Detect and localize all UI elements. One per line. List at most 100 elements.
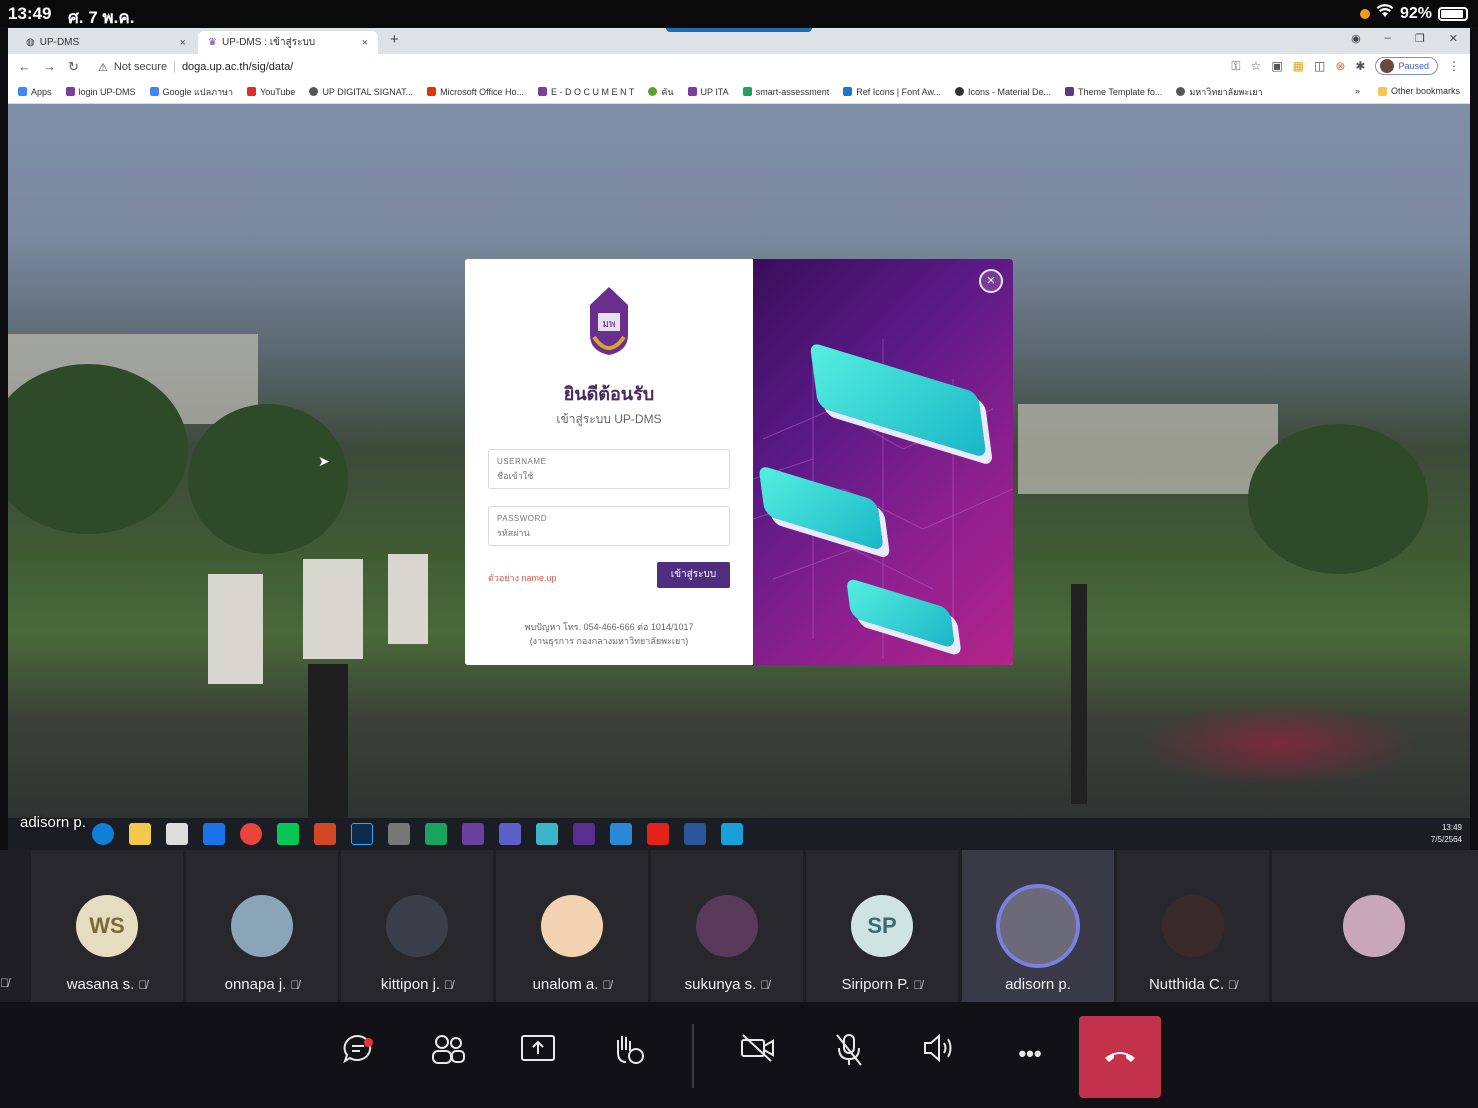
pocket-icon[interactable]: ◫ — [1314, 59, 1325, 73]
participant-tile-active[interactable]: adisorn p. — [962, 850, 1114, 1002]
bookmark-theme-template[interactable]: Theme Template fo... — [1064, 86, 1163, 97]
mic-off-icon: 🎙̸ — [913, 978, 923, 992]
participant-tile[interactable]: onnapa j. 🎙̸ — [186, 850, 338, 1002]
close-modal-button[interactable]: × — [979, 269, 1003, 293]
people-icon — [432, 1035, 465, 1064]
other-bookmarks[interactable]: Other bookmarks — [1377, 86, 1460, 96]
mic-button[interactable] — [827, 1032, 871, 1076]
username-input[interactable] — [497, 471, 721, 481]
password-field[interactable]: PASSWORD — [488, 506, 730, 546]
puzzle-icon[interactable]: ✱ — [1355, 59, 1365, 73]
speaker-button[interactable] — [917, 1032, 961, 1076]
username-hint: ตัวอย่าง name.up — [488, 573, 557, 583]
forward-icon[interactable]: → — [43, 59, 56, 75]
menu-kebab-icon[interactable]: ⋮ — [1448, 59, 1460, 73]
chat-button[interactable] — [336, 1032, 380, 1076]
green-app-icon[interactable] — [425, 823, 447, 845]
close-tab-icon[interactable]: × — [362, 37, 368, 49]
store-icon[interactable] — [166, 823, 188, 845]
participant-tile[interactable]: unalom a. 🎙̸ — [496, 850, 648, 1002]
username-label: USERNAME — [497, 457, 547, 466]
mic-off-icon: 🎙̸ — [444, 978, 454, 992]
new-tab-button[interactable]: + — [390, 31, 399, 48]
photos-icon[interactable] — [610, 823, 632, 845]
mic-indicator-icon — [1359, 8, 1370, 19]
notes-icon[interactable] — [536, 823, 558, 845]
restore-icon[interactable]: ❐ — [1415, 32, 1425, 45]
profile-button[interactable]: Paused — [1375, 57, 1438, 75]
mic-off-icon — [836, 1034, 862, 1066]
bookmark-university[interactable]: มหาวิทยาลัยพะเยา — [1176, 85, 1263, 99]
edge-icon[interactable] — [92, 823, 114, 845]
tab-search-icon[interactable]: ◉ — [1351, 32, 1361, 45]
participant-name-text: adisorn p. — [1005, 976, 1071, 993]
bookmark-leaf[interactable]: คัน — [648, 85, 674, 99]
bookmark-ref-icons[interactable]: Ref Icons | Font Aw... — [843, 87, 941, 97]
extension-x-icon[interactable]: ⊗ — [1335, 59, 1345, 73]
omnibox[interactable]: ⚠ Not secure | doga.up.ac.th/sig/data/ — [98, 58, 293, 76]
bookmark-login-updms[interactable]: login UP-DMS — [65, 87, 136, 97]
bookmark-up-digital[interactable]: UP DIGITAL SIGNAT... — [309, 87, 413, 97]
hang-up-button[interactable] — [1079, 1016, 1161, 1098]
vs-code-icon[interactable] — [573, 823, 595, 845]
bookmark-material-icons[interactable]: Icons - Material De... — [954, 87, 1051, 97]
s-app-icon[interactable] — [721, 823, 743, 845]
back-icon[interactable]: ← — [18, 59, 31, 75]
password-label: PASSWORD — [497, 514, 548, 523]
minimize-icon[interactable]: – — [1385, 32, 1391, 45]
url-text[interactable]: doga.up.ac.th/sig/data/ — [182, 61, 293, 73]
close-tab-icon[interactable]: × — [180, 37, 186, 49]
participant-tile[interactable] — [1272, 850, 1478, 1002]
bookmark-up-ita[interactable]: UP ITA — [687, 87, 729, 97]
bookmark-edocument[interactable]: E - D O C U M E N T — [537, 87, 634, 97]
star-icon[interactable]: ☆ — [1251, 59, 1262, 73]
key-icon[interactable]: ⚿ — [1231, 59, 1240, 74]
visual-studio-icon[interactable] — [462, 823, 484, 845]
photoshop-icon[interactable] — [351, 823, 373, 845]
participants-button[interactable] — [426, 1032, 470, 1076]
participant-tile[interactable]: Nutthida C. 🎙̸ — [1117, 850, 1269, 1002]
reactions-button[interactable] — [606, 1032, 650, 1076]
office-icon — [427, 87, 437, 96]
mouse-cursor-icon: ➤ — [318, 453, 330, 469]
more-bookmarks-button[interactable]: » — [1355, 86, 1360, 96]
tools-icon[interactable] — [388, 823, 410, 845]
teams-icon[interactable] — [499, 823, 521, 845]
bookmark-google-translate[interactable]: Google แปลภาษา — [149, 85, 234, 99]
bookmark-label: Theme Template fo... — [1077, 86, 1163, 97]
file-explorer-icon[interactable] — [129, 823, 151, 845]
word-icon[interactable] — [684, 823, 706, 845]
more-options-button[interactable]: ••• — [1008, 1032, 1052, 1076]
participant-tile[interactable]: kittipon j. 🎙̸ — [341, 850, 493, 1002]
username-field[interactable]: USERNAME — [488, 449, 730, 489]
login-button[interactable]: เข้าสู่ระบบ — [657, 562, 730, 588]
chrome-icon[interactable] — [240, 823, 262, 845]
bookmarks-bar: Apps login UP-DMS Google แปลภาษา YouTube… — [8, 80, 1470, 104]
bookmark-label: Google แปลภาษา — [162, 86, 234, 97]
bookmark-smart-assessment[interactable]: smart-assessment — [742, 87, 829, 97]
powerpoint-icon[interactable] — [314, 823, 336, 845]
extension-icon[interactable]: ▣ — [1271, 59, 1282, 73]
bookmark-youtube[interactable]: YouTube — [247, 87, 295, 97]
acrobat-icon[interactable] — [647, 823, 669, 845]
reload-icon[interactable]: ↻ — [68, 59, 79, 75]
bookmark-apps[interactable]: Apps — [18, 87, 52, 97]
participant-name: adisorn p. — [962, 976, 1114, 993]
line-icon[interactable] — [277, 823, 299, 845]
participant-tile[interactable]: WS wasana s. 🎙̸ — [31, 850, 183, 1002]
apps-grid-icon — [18, 87, 27, 96]
share-screen-button[interactable] — [516, 1032, 560, 1076]
participant-tile[interactable]: SP Siriporn P. 🎙̸ — [806, 850, 958, 1002]
controls-divider — [692, 1024, 694, 1088]
mail-icon[interactable] — [203, 823, 225, 845]
campus-sign-letter — [388, 554, 428, 644]
password-input[interactable] — [497, 528, 721, 538]
participant-tile[interactable]: sukunya s. 🎙̸ — [651, 850, 803, 1002]
tab-updms-login[interactable]: ♛ UP-DMS : เข้าสู่ระบบ × — [198, 31, 378, 54]
tab-updms[interactable]: ◍ UP-DMS × — [16, 31, 196, 54]
close-window-icon[interactable]: ✕ — [1449, 32, 1458, 45]
bookmark-office[interactable]: Microsoft Office Ho... — [427, 87, 524, 97]
camera-button[interactable] — [736, 1032, 780, 1076]
flag-icon — [843, 87, 853, 96]
extension-color-icon[interactable]: ▦ — [1293, 59, 1304, 73]
